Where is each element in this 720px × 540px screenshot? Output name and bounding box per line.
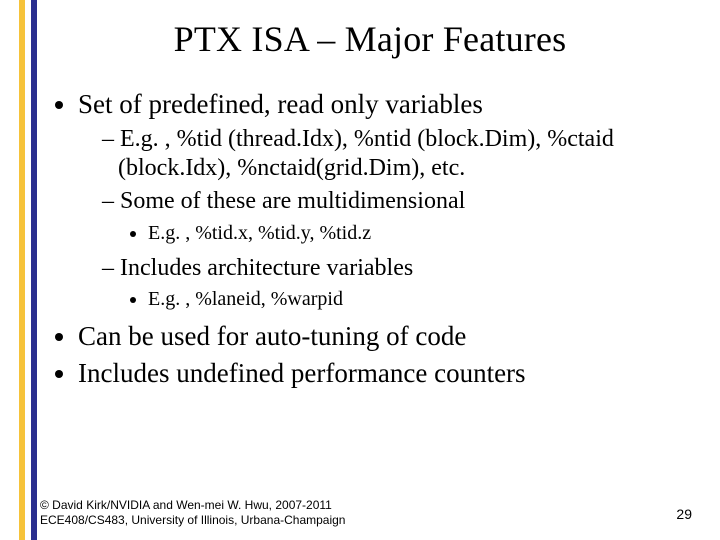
page-number: 29 [676, 506, 692, 522]
bullet-1: Set of predefined, read only variables E… [78, 88, 700, 312]
bullet-1-2-sublist: E.g. , %tid.x, %tid.y, %tid.z [118, 221, 700, 246]
decorative-stripe-yellow [19, 0, 25, 540]
footer-line-1: © David Kirk/NVIDIA and Wen-mei W. Hwu, … [40, 498, 700, 513]
decorative-stripe-blue [31, 0, 37, 540]
bullet-1-3: Includes architecture variables E.g. , %… [102, 254, 700, 312]
slide-body: PTX ISA – Major Features Set of predefin… [40, 0, 700, 540]
slide-title: PTX ISA – Major Features [40, 18, 700, 60]
bullet-list: Set of predefined, read only variables E… [54, 88, 700, 390]
bullet-1-2-1: E.g. , %tid.x, %tid.y, %tid.z [148, 221, 700, 246]
bullet-1-3-1: E.g. , %laneid, %warpid [148, 287, 700, 312]
bullet-2: Can be used for auto-tuning of code [78, 320, 700, 353]
bullet-1-3-sublist: E.g. , %laneid, %warpid [118, 287, 700, 312]
bullet-1-2: Some of these are multidimensional E.g. … [102, 187, 700, 245]
slide-footer: © David Kirk/NVIDIA and Wen-mei W. Hwu, … [40, 498, 700, 528]
bullet-3: Includes undefined performance counters [78, 357, 700, 390]
footer-line-2: ECE408/CS483, University of Illinois, Ur… [40, 513, 700, 528]
bullet-1-text: Set of predefined, read only variables [78, 89, 483, 119]
bullet-1-3-text: Includes architecture variables [120, 255, 413, 281]
bullet-1-1: E.g. , %tid (thread.Idx), %ntid (block.D… [102, 125, 700, 184]
bullet-1-2-text: Some of these are multidimensional [120, 188, 465, 214]
bullet-1-sublist: E.g. , %tid (thread.Idx), %ntid (block.D… [78, 125, 700, 312]
